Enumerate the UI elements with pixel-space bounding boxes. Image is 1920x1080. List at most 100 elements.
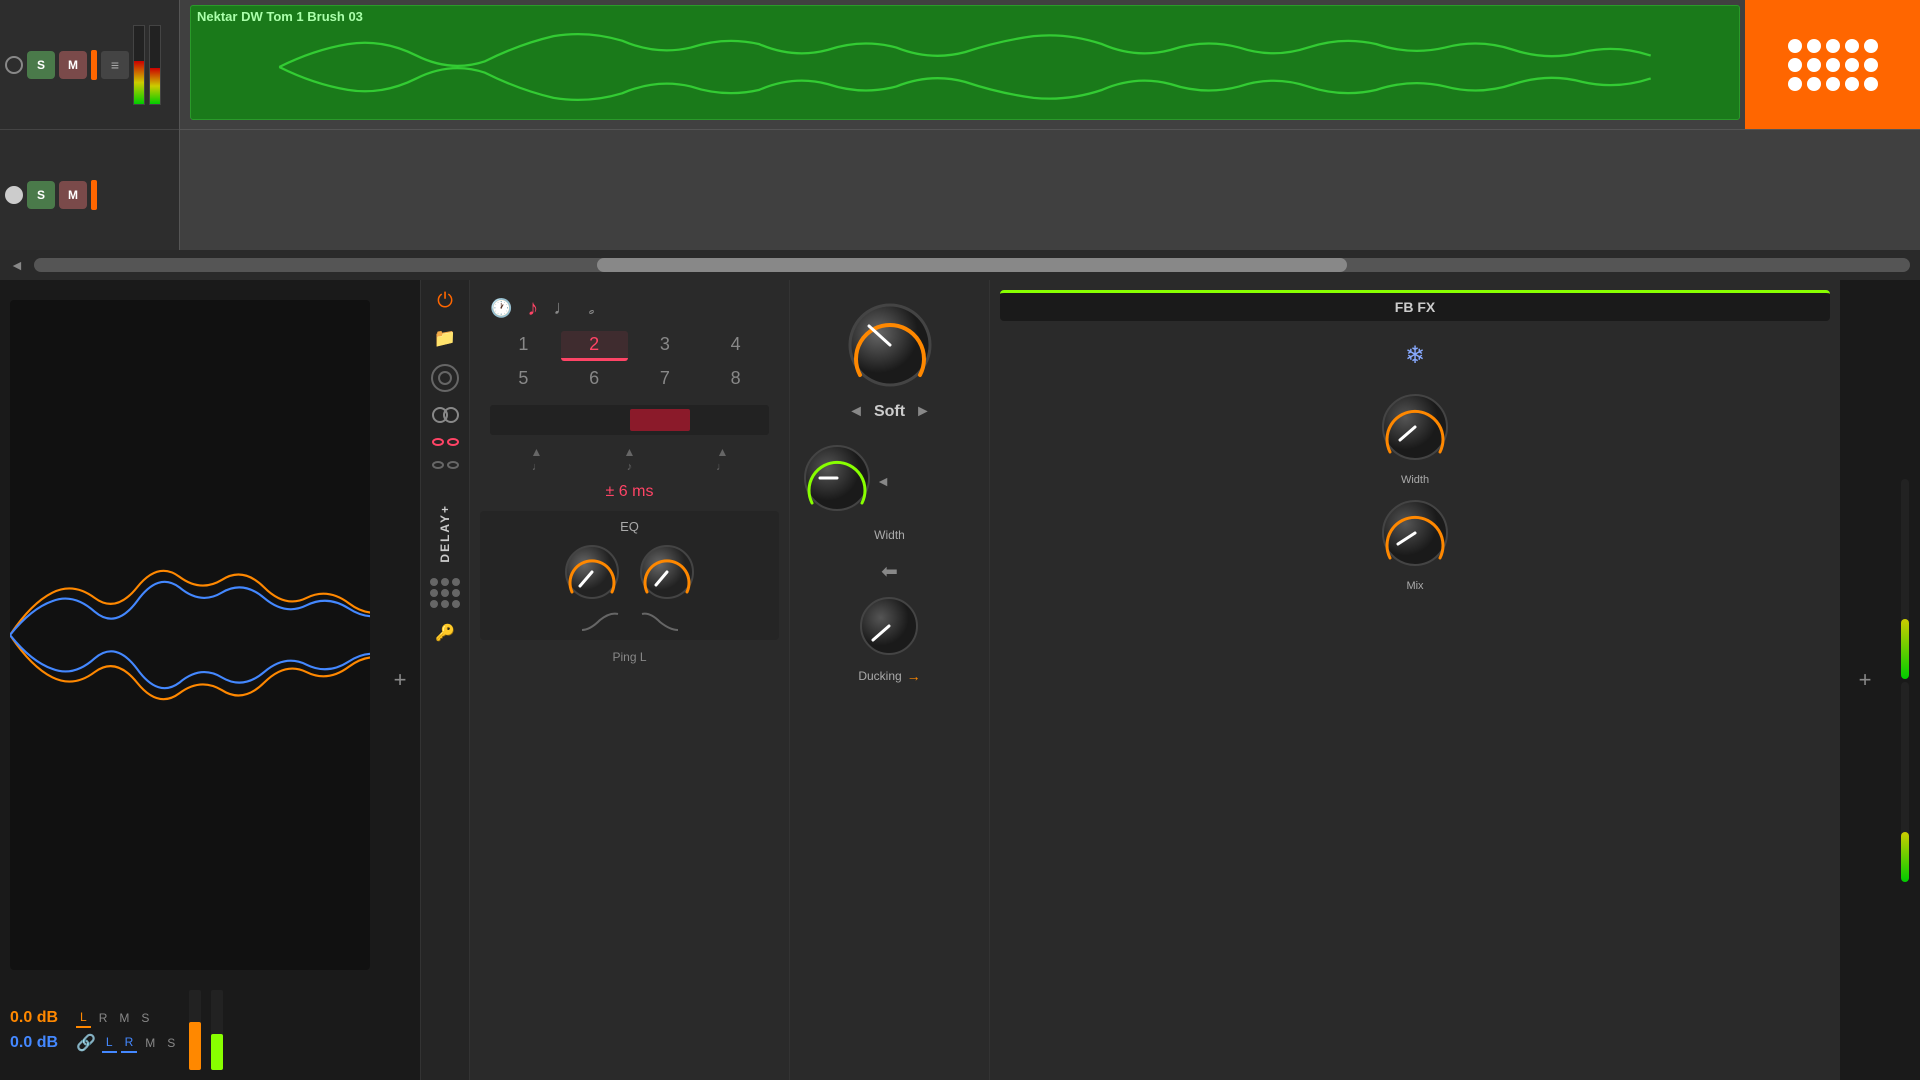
track-controls: S M ≡ S M <box>0 0 180 280</box>
loop-return-icon[interactable]: ⬅ <box>881 559 898 584</box>
r-btn-blue[interactable]: R <box>121 1033 138 1053</box>
oo-pair <box>432 438 459 446</box>
circle-inner-1 <box>438 371 452 385</box>
ducking-label: Ducking <box>858 669 901 683</box>
delay-arrow-2: ▲ <box>624 445 636 459</box>
delay-note-marker-3: ♩ <box>716 461 727 473</box>
db-display: 0.0 dB L R M S 0.0 dB 🔗 L R M S <box>10 1008 179 1053</box>
eq-knob-1[interactable] <box>562 542 622 607</box>
track-mute-btn-1[interactable]: M <box>59 51 87 79</box>
track-mute-btn-2[interactable]: M <box>59 181 87 209</box>
o-left-pink[interactable] <box>432 438 444 446</box>
width-knob[interactable]: ◄ <box>800 441 875 521</box>
soft-main-knob[interactable] <box>845 300 935 395</box>
fbfx-width-label: Width <box>1401 474 1429 486</box>
soft-selector: ◄ Soft ► <box>848 403 931 421</box>
note-half-icon[interactable]: 𝅗 <box>588 297 594 320</box>
dot-3 <box>452 578 460 586</box>
num-btn-7[interactable]: 7 <box>632 365 699 392</box>
l-btn-blue[interactable]: L <box>102 1033 117 1053</box>
delay-bar[interactable] <box>490 405 769 435</box>
ducking-knob[interactable] <box>857 594 922 664</box>
track-record-btn-2[interactable] <box>5 186 23 204</box>
delay-arrow-1: ▲ <box>531 445 543 459</box>
width-arrow-indicator: ◄ <box>876 473 890 489</box>
mix-knob[interactable] <box>1378 496 1453 576</box>
fbfx-width-knob[interactable] <box>1378 390 1453 470</box>
fbfx-header: FB FX <box>1000 290 1830 321</box>
dot-2 <box>441 578 449 586</box>
num-btn-5[interactable]: 5 <box>490 365 557 392</box>
scroll-bar[interactable] <box>34 258 1910 272</box>
track-solo-btn-2[interactable]: S <box>27 181 55 209</box>
track-meter-r-1 <box>149 25 161 105</box>
plugin-key-icon[interactable]: 🔑 <box>435 623 455 643</box>
width-label-area: Width <box>800 526 979 544</box>
s-btn-blue[interactable]: S <box>163 1034 179 1052</box>
track-record-btn-1[interactable] <box>5 56 23 74</box>
far-right-add: + <box>1840 280 1890 1080</box>
right-controls-panel: ◄ Soft ► <box>790 280 990 1080</box>
ping-label: Ping L <box>612 650 646 664</box>
width-label: Width <box>874 528 905 542</box>
dot-1 <box>430 578 438 586</box>
ducking-arrow-icon: → <box>907 668 921 684</box>
circle-right[interactable] <box>443 407 459 423</box>
track-row-2: S M <box>0 130 179 260</box>
l-btn-orange[interactable]: L <box>76 1008 91 1028</box>
num-btn-8[interactable]: 8 <box>702 365 769 392</box>
delay-note-marker-2: ♪ <box>627 461 633 473</box>
track-meter-1 <box>133 25 145 105</box>
num-btn-2[interactable]: 2 <box>561 331 628 361</box>
num-btn-6[interactable]: 6 <box>561 365 628 392</box>
right-meters <box>1890 280 1920 1080</box>
delay-number-grid: 1 2 3 4 5 6 7 8 <box>480 326 779 397</box>
soft-next-arrow[interactable]: ► <box>915 403 931 421</box>
mix-container: Mix <box>1378 496 1453 592</box>
bottom-section: 0.0 dB L R M S 0.0 dB 🔗 L R M S <box>0 280 1920 1080</box>
right-meter-2-fill <box>1901 832 1909 882</box>
o-right-2[interactable] <box>447 461 459 469</box>
dot-8 <box>441 600 449 608</box>
audio-clip-1[interactable]: Nektar DW Tom 1 Brush 03 <box>190 5 1740 120</box>
left-level-meter <box>189 990 201 1070</box>
soft-prev-arrow[interactable]: ◄ <box>848 403 864 421</box>
eq-curve <box>488 612 771 632</box>
num-btn-3[interactable]: 3 <box>632 331 699 361</box>
num-btn-4[interactable]: 4 <box>702 331 769 361</box>
stereo-waveform <box>10 300 370 970</box>
plugin-power-icon[interactable]: ⏻ <box>437 290 453 313</box>
delay-note-markers: ♩ ♪ ♩ <box>480 461 779 478</box>
track-menu-btn-1[interactable]: ≡ <box>101 51 129 79</box>
r-btn-orange[interactable]: R <box>95 1009 112 1027</box>
return-icon-area: ⬅ <box>800 559 979 584</box>
note-type-selectors: 🕐 ♪ ♩ 𝅗 <box>480 290 779 326</box>
scroll-left-arrow[interactable]: ◄ <box>10 257 24 273</box>
delay-bar-fill <box>630 409 690 431</box>
s-btn-orange[interactable]: S <box>137 1009 153 1027</box>
add-channel-btn[interactable]: + <box>385 665 415 695</box>
o-left-2[interactable] <box>432 461 444 469</box>
o-right-pink[interactable] <box>447 438 459 446</box>
right-meter-2 <box>1901 682 1909 882</box>
eq-curve-1 <box>580 612 620 632</box>
plugin-circle-btn-1[interactable] <box>431 364 459 392</box>
note-quarter-icon[interactable]: ♩ <box>553 297 573 320</box>
plugin-dots-grid[interactable] <box>430 578 460 608</box>
link-icon[interactable]: 🔗 <box>76 1033 96 1053</box>
m-btn-blue[interactable]: M <box>141 1034 159 1052</box>
delay-note-marker-1: ♩ <box>532 461 543 473</box>
delay-plugin-panel: 🕐 ♪ ♩ 𝅗 1 2 3 4 5 6 7 8 ▲ ▲ ▲ <box>470 280 790 1080</box>
plugin-folder-icon[interactable]: 📁 <box>434 328 456 349</box>
m-btn-orange[interactable]: M <box>115 1009 133 1027</box>
num-btn-1[interactable]: 1 <box>490 331 557 361</box>
eq-knob-2[interactable] <box>637 542 697 607</box>
add-right-btn[interactable]: + <box>1859 667 1872 693</box>
clock-icon[interactable]: 🕐 <box>490 298 512 319</box>
track-solo-btn-1[interactable]: S <box>27 51 55 79</box>
note-eighth-icon[interactable]: ♪ <box>527 295 538 321</box>
left-meter-fill <box>189 1022 201 1070</box>
right-meter-fill <box>211 1034 223 1070</box>
clip-title: Nektar DW Tom 1 Brush 03 <box>191 6 1739 27</box>
freeze-icon[interactable]: ❄ <box>1405 341 1425 370</box>
